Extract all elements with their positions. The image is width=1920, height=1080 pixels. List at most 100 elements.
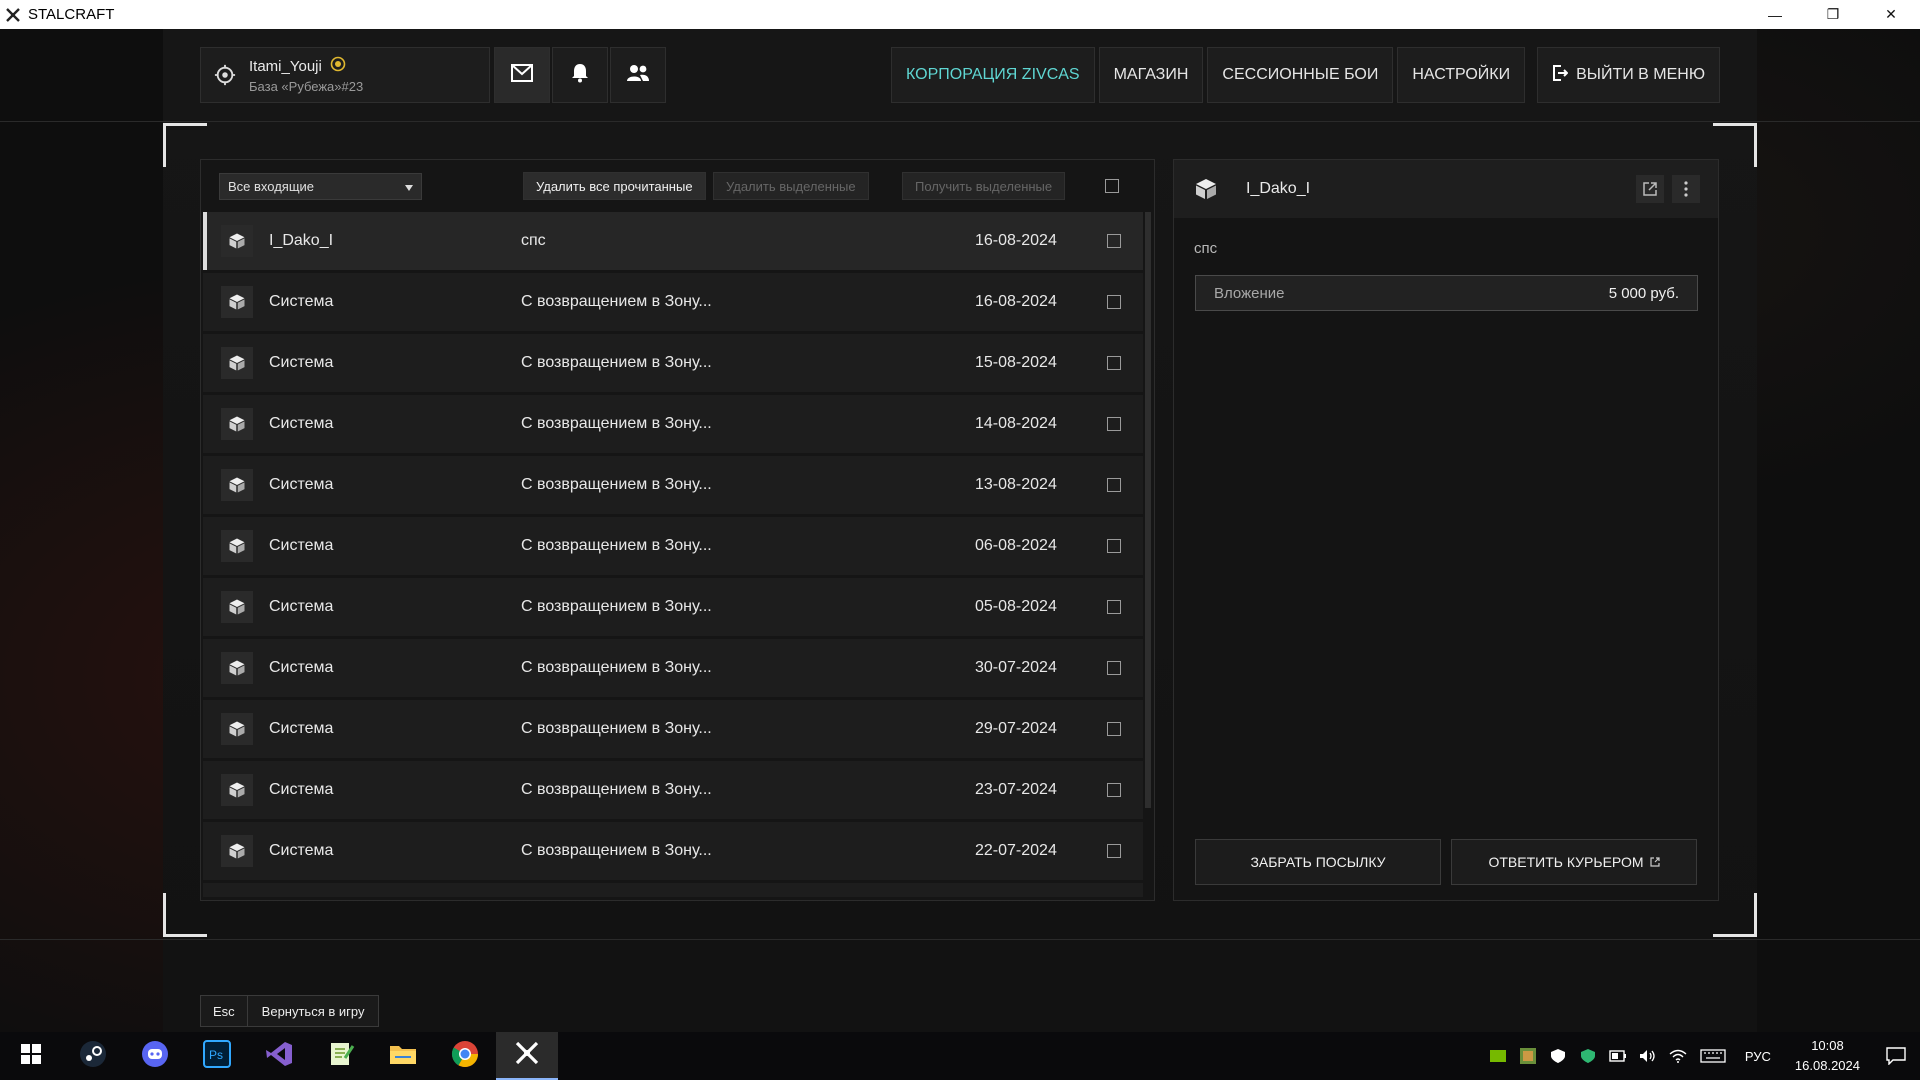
message-subject: С возвращением в Зону... — [521, 537, 712, 554]
message-row[interactable]: Система С возвращением в Зону... 16-08-202… — [203, 273, 1143, 331]
minimize-button[interactable]: — — [1746, 0, 1804, 29]
message-date: 05-08-2024 — [975, 598, 1057, 615]
taskbar-photoshop[interactable]: Ps — [186, 1032, 248, 1080]
message-subject: С возвращением в Зону... — [521, 476, 712, 493]
nav-shop[interactable]: МАГАЗИН — [1098, 47, 1204, 103]
wifi-icon[interactable] — [1663, 1032, 1693, 1080]
volume-icon[interactable] — [1633, 1032, 1663, 1080]
nav-session-battles[interactable]: СЕССИОННЫЕ БОИ — [1207, 47, 1394, 103]
get-selected-button[interactable]: Получить выделенные — [902, 172, 1066, 200]
message-sender: Система — [269, 598, 334, 615]
message-checkbox[interactable] — [1107, 478, 1121, 492]
nav-exit-to-menu[interactable]: ВЫЙТИ В МЕНЮ — [1537, 47, 1720, 103]
message-sender: Система — [269, 354, 334, 371]
windows-logo-icon — [21, 1043, 41, 1069]
package-icon — [221, 347, 253, 379]
message-sender: Система — [269, 659, 334, 676]
taskbar-stalcraft[interactable] — [496, 1032, 558, 1080]
stalcraft-icon — [514, 1040, 540, 1071]
attachment-value: 5 000 руб. — [1608, 284, 1679, 302]
message-row-partial[interactable] — [203, 883, 1143, 897]
photoshop-icon: Ps — [203, 1039, 231, 1073]
back-to-game-label[interactable]: Вернуться в игру — [248, 996, 379, 1026]
rank-badge-icon — [330, 56, 346, 76]
notepad-plus-icon — [327, 1040, 355, 1073]
package-icon — [221, 774, 253, 806]
external-link-icon — [1649, 854, 1660, 870]
notification-center-icon[interactable] — [1872, 1032, 1920, 1080]
security-tray-icon[interactable] — [1573, 1032, 1603, 1080]
message-row[interactable]: Система С возвращением в Зону... 13-08-202… — [203, 456, 1143, 514]
attachment-row: Вложение 5 000 руб. — [1195, 275, 1698, 311]
message-row[interactable]: Система С возвращением в Зону... 05-08-202… — [203, 578, 1143, 636]
steam-icon — [79, 1040, 107, 1073]
package-icon — [221, 652, 253, 684]
nav-settings[interactable]: НАСТРОЙКИ — [1397, 47, 1526, 103]
input-language[interactable]: РУС — [1733, 1049, 1783, 1064]
message-checkbox[interactable] — [1107, 417, 1121, 431]
nvidia-tray-icon[interactable] — [1483, 1032, 1513, 1080]
taskbar-steam[interactable] — [62, 1032, 124, 1080]
message-detail-panel: I_Dako_I спс Вложение 5 000 руб. ЗАБРАТЬ… — [1173, 159, 1719, 901]
message-row[interactable]: I_Dako_I спс 16-08-2024 — [203, 212, 1143, 270]
message-sender: I_Dako_I — [269, 232, 334, 249]
esc-key[interactable]: Esc — [201, 996, 248, 1026]
message-sender: Система — [269, 537, 334, 554]
package-icon — [221, 225, 253, 257]
mail-button[interactable] — [494, 47, 550, 103]
message-row[interactable]: Система С возвращением в Зону... 30-07-202… — [203, 639, 1143, 697]
inbox-filter-select[interactable]: Все входящие — [219, 172, 422, 200]
delete-selected-button[interactable]: Удалить выделенные — [713, 172, 869, 200]
message-checkbox[interactable] — [1107, 356, 1121, 370]
message-checkbox[interactable] — [1107, 234, 1121, 248]
clock[interactable]: 10:08 16.08.2024 — [1783, 1036, 1872, 1076]
restore-button[interactable]: ❐ — [1804, 0, 1862, 29]
friends-button[interactable] — [610, 47, 666, 103]
message-checkbox[interactable] — [1107, 295, 1121, 309]
message-list-scrollbar[interactable] — [1145, 212, 1151, 808]
keyboard-icon[interactable] — [1693, 1032, 1733, 1080]
reply-courier-button[interactable]: ОТВЕТИТЬ КУРЬЕРОМ — [1451, 839, 1697, 885]
notifications-button[interactable] — [552, 47, 608, 103]
nav-label: ВЫЙТИ В МЕНЮ — [1576, 66, 1705, 83]
close-button[interactable]: ✕ — [1862, 0, 1920, 29]
taskbar-visual-studio[interactable] — [248, 1032, 310, 1080]
battery-icon[interactable] — [1603, 1032, 1633, 1080]
message-checkbox[interactable] — [1107, 661, 1121, 675]
inbox-filter-value: Все входящие — [228, 178, 315, 194]
message-row[interactable]: Система С возвращением в Зону... 22-07-202… — [203, 822, 1143, 880]
taskbar-notepad-plus[interactable] — [310, 1032, 372, 1080]
profile-base: База «Рубежа»#23 — [249, 79, 364, 94]
message-checkbox[interactable] — [1107, 539, 1121, 553]
defender-tray-icon[interactable] — [1543, 1032, 1573, 1080]
message-checkbox[interactable] — [1107, 844, 1121, 858]
start-button[interactable] — [0, 1032, 62, 1080]
message-row[interactable]: Система С возвращением в Зону... 29-07-202… — [203, 700, 1143, 758]
profile-card[interactable]: Itami_Youji База «Рубежа»#23 — [200, 47, 490, 103]
settings-gear-icon[interactable] — [201, 64, 249, 86]
clock-time: 10:08 — [1811, 1038, 1844, 1053]
message-checkbox[interactable] — [1107, 783, 1121, 797]
message-row[interactable]: Система С возвращением в Зону... 23-07-202… — [203, 761, 1143, 819]
package-icon — [221, 530, 253, 562]
message-row[interactable]: Система С возвращением в Зону... 06-08-202… — [203, 517, 1143, 575]
message-row[interactable]: Система С возвращением в Зону... 14-08-202… — [203, 395, 1143, 453]
taskbar-file-explorer[interactable] — [372, 1032, 434, 1080]
message-list: I_Dako_I спс 16-08-2024 Система С возвращени… — [203, 212, 1143, 897]
bell-icon — [571, 63, 589, 88]
message-checkbox[interactable] — [1107, 722, 1121, 736]
delete-read-button[interactable]: Удалить все прочитанные — [523, 172, 706, 200]
taskbar-chrome[interactable] — [434, 1032, 496, 1080]
take-package-button[interactable]: ЗАБРАТЬ ПОСЫЛКУ — [1195, 839, 1441, 885]
back-to-game-bar[interactable]: Esc Вернуться в игру — [200, 995, 380, 1027]
frame-corner — [1713, 893, 1757, 937]
message-checkbox[interactable] — [1107, 600, 1121, 614]
package-icon — [221, 835, 253, 867]
more-options-icon[interactable] — [1672, 175, 1700, 203]
taskbar-discord[interactable] — [124, 1032, 186, 1080]
message-row[interactable]: Система С возвращением в Зону... 15-08-202… — [203, 334, 1143, 392]
select-all-checkbox[interactable] — [1105, 179, 1119, 193]
open-external-icon[interactable] — [1636, 175, 1664, 203]
app-tray-icon[interactable] — [1513, 1032, 1543, 1080]
nav-corporation-zivcas[interactable]: КОРПОРАЦИЯ ZIVCAS — [890, 47, 1095, 103]
